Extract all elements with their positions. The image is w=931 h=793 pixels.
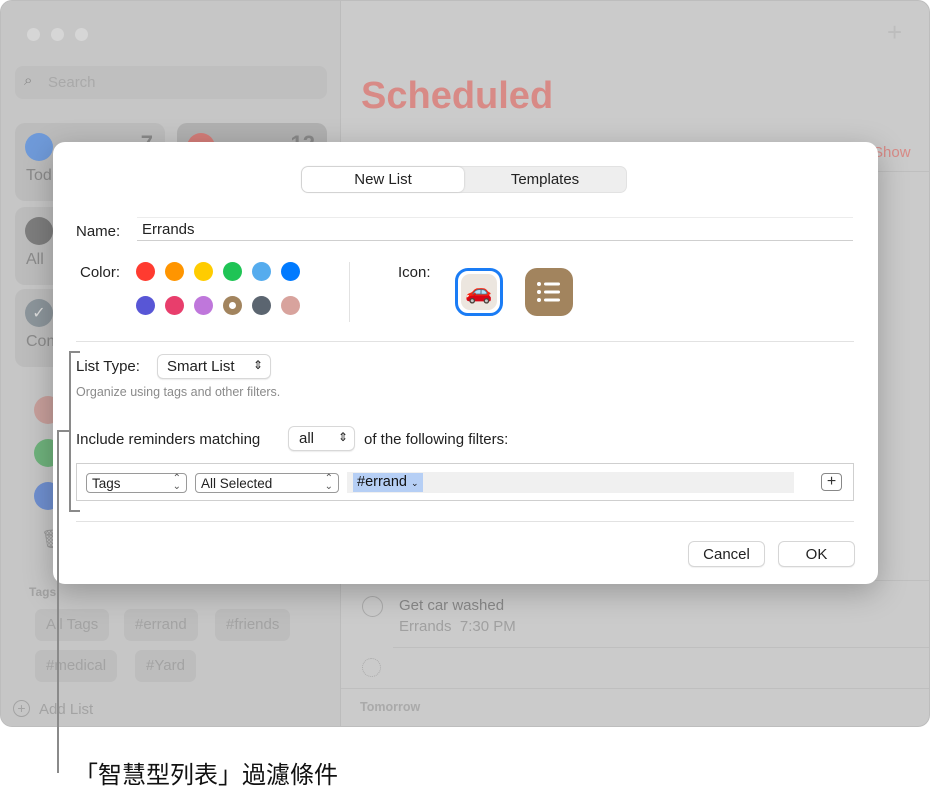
color-swatch[interactable] (223, 296, 242, 315)
color-swatch[interactable] (136, 262, 155, 281)
divider (76, 341, 854, 342)
search-input[interactable]: ⌕ Search (15, 66, 327, 99)
tag-token[interactable]: #errand ⌄ (353, 473, 423, 492)
car-icon: 🚗 (461, 274, 497, 310)
callout-caption: 「智慧型列表」過濾條件 (74, 761, 338, 789)
show-link[interactable]: Show (873, 144, 911, 161)
color-swatch[interactable] (194, 296, 213, 315)
add-list-button[interactable]: Add List (39, 701, 93, 718)
add-list-icon[interactable]: + (13, 700, 30, 717)
filter-mode-popup[interactable]: All Selected ⌃ ⌄ (195, 473, 339, 493)
ok-button[interactable]: OK (778, 541, 855, 567)
list-icon (537, 282, 560, 302)
tab-new-list[interactable]: New List (302, 167, 464, 192)
tag-token-field[interactable]: #errand ⌄ (347, 472, 794, 493)
tag-errand[interactable]: #errand (124, 609, 198, 641)
color-swatch[interactable] (136, 296, 155, 315)
filter-row: Tags ⌃ ⌄ All Selected ⌃ ⌄ #errand ⌄ + (76, 463, 854, 501)
chevron-up-down-icon: ⇕ (337, 430, 348, 444)
add-filter-button[interactable]: + (821, 473, 842, 491)
color-swatch[interactable] (194, 262, 213, 281)
divider (349, 262, 350, 322)
filter-field-popup[interactable]: Tags ⌃ ⌄ (86, 473, 187, 493)
filter-mode-value: All Selected (201, 476, 273, 491)
color-swatch[interactable] (281, 262, 300, 281)
cancel-button[interactable]: Cancel (688, 541, 765, 567)
tag-friends[interactable]: #friends (215, 609, 291, 641)
name-input[interactable]: Errands (137, 217, 853, 241)
tray-icon (25, 217, 53, 245)
new-list-dialog: New List Templates Name: Errands Color: … (53, 142, 878, 584)
list-type-label: List Type: (76, 358, 140, 375)
chevron-up-down-icon: ⌃ ⌄ (324, 473, 333, 492)
selected-indicator (229, 302, 236, 309)
section-header: Tomorrow (360, 700, 421, 714)
color-swatch[interactable] (252, 262, 271, 281)
chevron-up-down-icon: ⌃ ⌄ (172, 473, 181, 492)
minimize-window-button[interactable] (51, 28, 64, 41)
color-swatch[interactable] (165, 296, 184, 315)
divider (341, 688, 929, 689)
color-swatch[interactable] (281, 296, 300, 315)
plus-icon[interactable]: + (887, 17, 902, 48)
icon-option-list[interactable] (525, 268, 573, 316)
page-title: Scheduled (361, 75, 554, 117)
tab-templates[interactable]: Templates (464, 167, 626, 192)
chevron-up-down-icon: ⇕ (252, 358, 263, 372)
icon-label: Icon: (398, 264, 431, 281)
reminder-details: Errands 7:30 PM (399, 618, 516, 635)
color-swatch[interactable] (252, 296, 271, 315)
card-label: All (26, 251, 44, 268)
tab-control: New List Templates (301, 166, 627, 193)
reminder-list: Errands (399, 618, 452, 635)
list-type-hint: Organize using tags and other filters. (76, 385, 281, 399)
list-type-popup[interactable]: Smart List ⇕ (157, 354, 271, 379)
tag-yard[interactable]: #Yard (135, 650, 196, 682)
search-placeholder: Search (48, 74, 96, 91)
card-label: Tod (26, 167, 52, 184)
divider (76, 521, 854, 522)
reminder-title[interactable]: Get car washed (399, 597, 504, 614)
color-swatch[interactable] (223, 262, 242, 281)
close-window-button[interactable] (27, 28, 40, 41)
zoom-window-button[interactable] (75, 28, 88, 41)
chevron-down-icon: ⌄ (411, 478, 419, 488)
include-label: Include reminders matching (76, 431, 261, 448)
color-swatch[interactable] (165, 262, 184, 281)
search-icon: ⌕ (24, 72, 33, 89)
calendar-icon (25, 133, 53, 161)
following-label: of the following filters: (364, 431, 509, 448)
tag-medical[interactable]: #medical (35, 650, 118, 682)
tags-heading: Tags (29, 585, 57, 599)
complete-checkbox[interactable] (362, 596, 383, 617)
filter-field-value: Tags (92, 476, 121, 491)
reminder-time: 7:30 PM (459, 618, 516, 635)
match-value: all (299, 430, 315, 447)
color-label: Color: (80, 264, 121, 281)
callout-line (57, 430, 59, 773)
tag-all-tags[interactable]: All Tags (35, 609, 110, 641)
list-type-value: Smart List (167, 358, 235, 375)
name-label: Name: (76, 223, 121, 240)
match-popup[interactable]: all ⇕ (288, 426, 355, 451)
icon-option-car[interactable]: 🚗 (455, 268, 503, 316)
divider (393, 647, 929, 648)
tag-token-label: #errand (357, 474, 407, 490)
callout-bracket (69, 351, 80, 512)
checkmark-icon: ✓ (25, 299, 53, 327)
new-reminder-checkbox[interactable] (362, 658, 381, 677)
